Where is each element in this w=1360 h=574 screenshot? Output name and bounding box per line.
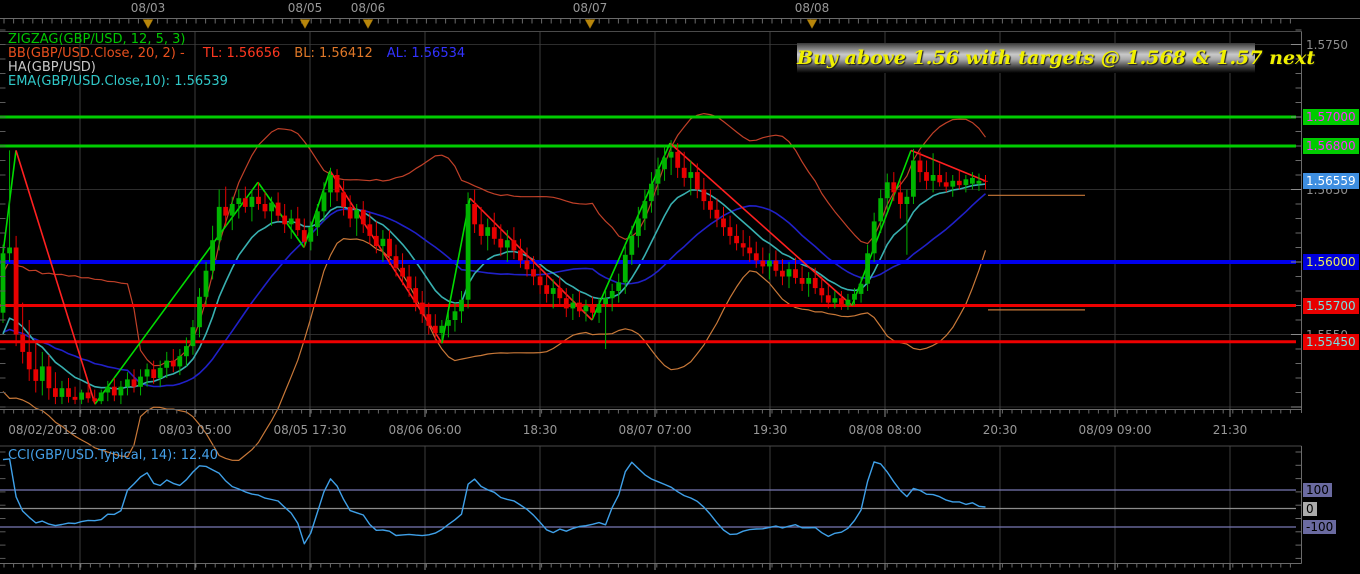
cci-indicator-label: CCI(GBP/USD.Typical, 14): 12.40	[8, 448, 218, 463]
chart-annotation[interactable]: Buy above 1.56 with targets @ 1.568 & 1.…	[797, 43, 1315, 73]
legend-ema: EMA(GBP/USD.Close,10): 1.56539	[8, 75, 479, 89]
x-axis-label: 08/02/2012 08:00	[8, 423, 116, 437]
grid-layer	[0, 31, 1296, 564]
legend-zigzag: ZIGZAG(GBP/USD, 12, 5, 3)	[8, 33, 479, 47]
support-resistance-lines[interactable]	[0, 115, 1296, 344]
price-axis-label: 1.5750	[1306, 37, 1348, 52]
legend-ha-label: HA(GBP/USD)	[8, 60, 96, 75]
legend-ema-label: EMA(GBP/USD.Close,10): 1.56539	[8, 74, 228, 89]
x-axis-label: 08/07 07:00	[618, 423, 692, 437]
indicator-legend: ZIGZAG(GBP/USD, 12, 5, 3) BB(GBP/USD.Clo…	[8, 33, 479, 89]
x-axis-label: 20:30	[982, 423, 1018, 437]
x-axis-label: 08/08 08:00	[848, 423, 922, 437]
legend-bb-label: BB(GBP/USD.Close, 20, 2) -	[8, 46, 189, 61]
cci-axis-tag: 0	[1303, 501, 1317, 516]
legend-heikin-ashi: HA(GBP/USD)	[8, 61, 479, 75]
x-axis-label: 08/09 09:00	[1078, 423, 1152, 437]
top-axis-date-label: 08/03	[130, 1, 166, 15]
cci-axis-tag: -100	[1303, 520, 1337, 534]
top-axis-date-label: 08/07	[572, 1, 608, 15]
legend-zigzag-label: ZIGZAG(GBP/USD, 12, 5, 3)	[8, 32, 186, 47]
x-axis-label: 08/03 05:00	[158, 423, 232, 437]
top-axis-date-label: 08/08	[794, 1, 830, 15]
x-axis-label: 08/05 17:30	[273, 423, 347, 437]
legend-bb-bl-value: BL: 1.56412	[294, 46, 373, 61]
x-axis-label: 19:30	[752, 423, 788, 437]
price-axis-tag: 1.56800	[1303, 138, 1359, 154]
legend-bb-al-value: AL: 1.56534	[386, 46, 466, 61]
trading-chart-window: ZIGZAG(GBP/USD, 12, 5, 3) BB(GBP/USD.Clo…	[0, 0, 1360, 574]
top-axis-date-label: 08/05	[287, 1, 323, 15]
candles-layer	[0, 140, 988, 405]
x-axis-label: 18:30	[522, 423, 558, 437]
x-axis-label: 21:30	[1212, 423, 1248, 437]
bollinger-bands-layer	[2, 113, 1085, 461]
price-axis-tag: 1.57000	[1303, 109, 1359, 125]
cci-line-layer	[2, 458, 986, 545]
last-price-tag: 1.56559	[1303, 172, 1359, 189]
cci-level-lines	[0, 489, 1296, 528]
x-axis-label: 08/06 06:00	[388, 423, 462, 437]
top-axis-date-label: 08/06	[350, 1, 386, 15]
price-axis-tag: 1.55450	[1303, 333, 1359, 350]
legend-bollinger: BB(GBP/USD.Close, 20, 2) - TL: 1.56656 BL…	[8, 47, 479, 61]
legend-bb-tl-value: TL: 1.56656	[202, 46, 281, 61]
price-axis-tag: 1.56000	[1303, 254, 1359, 270]
price-axis-tag: 1.55700	[1303, 297, 1359, 314]
cci-axis-tag: 100	[1303, 483, 1332, 497]
